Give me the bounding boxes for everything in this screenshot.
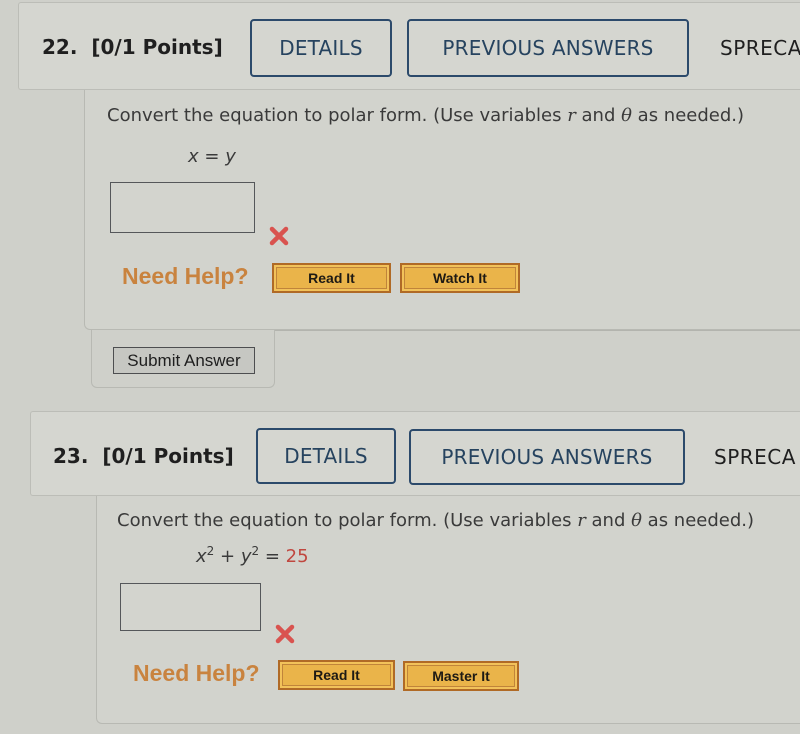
variable-theta: θ: [621, 105, 632, 126]
question-points-label: 22. [0/1 Points]: [42, 35, 223, 59]
question-number: 23.: [53, 444, 89, 468]
course-code: SPRECA: [720, 36, 800, 60]
details-button[interactable]: DETAILS: [256, 428, 396, 484]
incorrect-x-icon: [269, 226, 289, 246]
question-23: 23. [0/1 Points] DETAILS PREVIOUS ANSWER…: [0, 400, 800, 734]
divider: [274, 330, 800, 331]
read-it-button[interactable]: Read It: [278, 660, 395, 690]
watch-it-button[interactable]: Watch It: [400, 263, 520, 293]
question-prompt: Convert the equation to polar form. (Use…: [117, 510, 755, 531]
question-number: 22.: [42, 35, 78, 59]
question-22: 22. [0/1 Points] DETAILS PREVIOUS ANSWER…: [0, 0, 800, 400]
submit-answer-button[interactable]: Submit Answer: [113, 347, 255, 374]
previous-answers-button[interactable]: PREVIOUS ANSWERS: [409, 429, 685, 485]
need-help-label: Need Help?: [122, 263, 249, 289]
equation-constant: 25: [285, 546, 309, 567]
previous-answers-button[interactable]: PREVIOUS ANSWERS: [407, 19, 689, 77]
incorrect-x-icon: [275, 624, 295, 644]
variable-r: r: [577, 510, 586, 531]
question-points-label: 23. [0/1 Points]: [53, 444, 234, 468]
master-it-button[interactable]: Master It: [403, 661, 519, 691]
answer-input[interactable]: [110, 182, 255, 233]
course-code: SPRECA: [714, 445, 796, 469]
points-score: [0/1 Points]: [102, 444, 234, 468]
variable-r: r: [567, 105, 576, 126]
details-button[interactable]: DETAILS: [250, 19, 392, 77]
equation: x = y: [188, 146, 236, 167]
need-help-label: Need Help?: [133, 660, 260, 686]
question-prompt: Convert the equation to polar form. (Use…: [107, 105, 745, 126]
points-score: [0/1 Points]: [91, 35, 223, 59]
answer-input[interactable]: [120, 583, 261, 631]
variable-theta: θ: [631, 510, 642, 531]
equation: x2 + y2 = 25: [196, 544, 309, 567]
read-it-button[interactable]: Read It: [272, 263, 391, 293]
